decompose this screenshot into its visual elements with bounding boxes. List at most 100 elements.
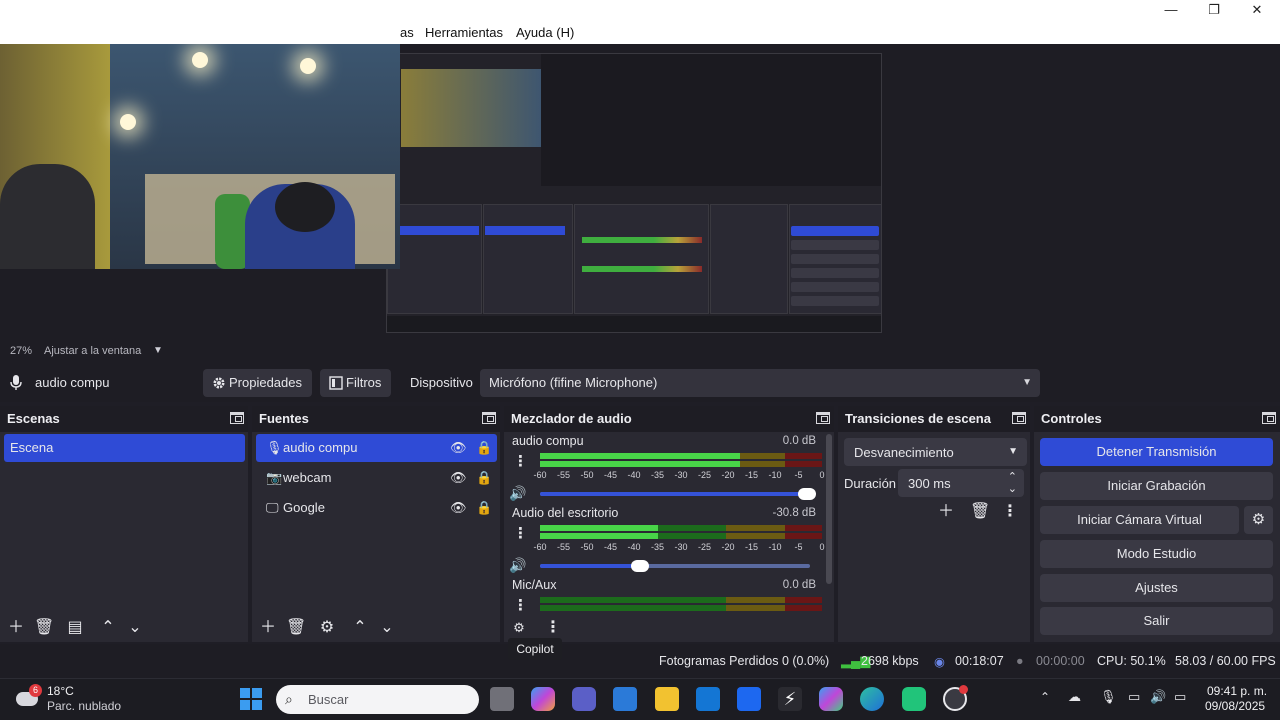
scale-tick-label: -30 [674,542,688,552]
kebab-menu-icon[interactable]: ⋮ [513,454,528,469]
filters-label: Filtros [346,375,382,390]
float-dock-icon[interactable] [1012,412,1026,424]
chevron-down-icon[interactable]: ▼ [153,345,163,356]
zoom-mode[interactable]: Ajustar a la ventana [44,345,141,357]
duration-input[interactable]: 300 ms ⌃ ⌄ [898,469,1024,497]
trash-icon[interactable]: 🗑 [34,619,54,637]
float-dock-icon[interactable] [816,412,830,424]
add-icon[interactable]: ＋ [259,619,277,637]
clock-time[interactable]: 09:41 p. m. [1207,684,1267,698]
settings-button[interactable]: Ajustes [1040,574,1273,602]
chevron-down-icon[interactable]: ⌄ [126,619,144,637]
microphone-icon [10,375,22,390]
menu-item-help[interactable]: Ayuda (H) [516,25,574,40]
add-icon[interactable]: ＋ [7,619,25,637]
task-view-icon[interactable] [490,687,514,711]
audio-mixer-dock: Mezclador de audio audio compu 0.0 dB ⋮ … [504,406,834,642]
chevron-up-icon[interactable]: ⌃ [1040,690,1050,704]
gear-icon[interactable]: ⚙ [318,619,336,637]
scale-tick-label: -35 [650,542,665,552]
volume-meter [540,461,822,467]
copilot-icon[interactable] [531,687,555,711]
dropbox-icon[interactable] [737,687,761,711]
m365-copilot-icon[interactable] [819,687,843,711]
volume-slider[interactable] [540,488,816,500]
exit-button[interactable]: Salir [1040,607,1273,635]
gear-icon[interactable]: ⚙ [510,619,528,637]
store-icon[interactable] [613,687,637,711]
properties-button[interactable]: Propiedades [203,369,312,397]
studio-mode-button[interactable]: Modo Estudio [1040,540,1273,568]
chevron-down-icon[interactable]: ⌄ [378,619,396,637]
add-icon[interactable]: ＋ [937,503,955,521]
clock-date[interactable]: 09/08/2025 [1205,699,1265,713]
eye-icon[interactable]: 👁 [450,494,467,522]
source-item-audio[interactable]: 🎙 audio compu 👁 🔒 [256,434,497,462]
menu-item-tools[interactable]: Herramientas [425,25,503,40]
minimize-button[interactable]: — [1156,1,1186,19]
kebab-menu-icon[interactable]: ⋮ [513,598,528,613]
kebab-menu-icon[interactable]: ⋮ [544,619,562,637]
source-item-google[interactable]: 🖵 Google 👁 🔒 [256,494,497,522]
start-recording-button[interactable]: Iniciar Grabación [1040,472,1273,500]
trash-icon[interactable]: 🗑 [286,619,306,637]
microphone-icon[interactable]: 🎙 [1100,689,1117,705]
chevron-down-icon[interactable]: ⌄ [1008,482,1017,495]
restore-button[interactable]: ❐ [1199,1,1229,19]
float-dock-icon[interactable] [230,412,244,424]
filters-button[interactable]: Filtros [320,369,392,397]
cloud-icon[interactable]: ☁ [1068,689,1081,705]
trash-icon[interactable]: 🗑 [970,503,990,521]
battery-icon[interactable]: ▭ [1174,689,1186,705]
outlook-icon[interactable] [696,687,720,711]
menu-item-partial[interactable]: as [400,25,414,40]
scale-tick-label: -20 [721,542,735,552]
float-dock-icon[interactable] [482,412,496,424]
stream-time: 00:18:07 [955,654,1004,668]
source-item-webcam[interactable]: 📷 webcam 👁 🔒 [256,464,497,492]
volume-slider-knob[interactable] [630,560,649,572]
taskbar-search[interactable]: ⌕ Buscar [276,685,479,714]
network-icon[interactable]: ▭ [1128,689,1140,705]
weather-icon[interactable]: 6 [16,684,42,708]
device-value: Micrófono (fifine Microphone) [489,375,658,390]
bolt-app-icon[interactable]: ⚡ [778,687,802,711]
speaker-icon[interactable]: 🔊 [509,557,526,574]
start-virtual-camera-button[interactable]: Iniciar Cámara Virtual [1040,506,1239,534]
speaker-icon[interactable]: 🔊 [1150,689,1166,705]
lock-icon[interactable]: 🔒 [476,464,492,492]
device-select[interactable]: Micrófono (fifine Microphone) ▼ [480,369,1040,397]
volume-slider-knob[interactable] [798,488,816,500]
chevron-up-icon[interactable]: ⌃ [351,619,369,637]
kebab-menu-icon[interactable]: ⋮ [1001,503,1019,521]
preview-area[interactable] [0,44,1280,340]
filter-icon[interactable]: ▤ [66,619,84,637]
gear-icon[interactable]: ⚙ [1244,506,1273,534]
lock-icon[interactable]: 🔒 [476,494,492,522]
kebab-menu-icon[interactable]: ⋮ [513,526,528,541]
scenes-dock: Escenas Escena ＋ 🗑 ▤ ⌃ ⌄ [0,406,248,642]
volume-slider[interactable] [540,560,810,572]
game-app-icon[interactable] [902,687,926,711]
eye-icon[interactable]: 👁 [450,464,467,492]
eye-icon[interactable]: 👁 [450,434,467,462]
channel-db: 0.0 dB [782,579,816,591]
float-dock-icon[interactable] [1262,412,1276,424]
duration-label: Duración [844,476,897,491]
teams-icon[interactable] [572,687,596,711]
mixer-scrollbar[interactable] [826,434,832,584]
file-explorer-icon[interactable] [655,687,679,711]
close-button[interactable]: ✕ [1242,1,1272,19]
volume-meter [540,453,822,459]
stop-streaming-button[interactable]: Detener Transmisión [1040,438,1273,466]
filter-icon [329,376,343,390]
speaker-icon[interactable]: 🔊 [509,485,526,502]
edge-icon[interactable] [860,687,884,711]
scene-item[interactable]: Escena [4,434,245,462]
recording-indicator-icon [959,685,968,694]
lock-icon[interactable]: 🔒 [476,434,492,462]
search-icon: ⌕ [285,691,293,707]
windows-start-icon[interactable] [240,688,262,710]
chevron-up-icon[interactable]: ⌃ [99,619,117,637]
transition-select[interactable]: Desvanecimiento ▼ [844,438,1027,466]
